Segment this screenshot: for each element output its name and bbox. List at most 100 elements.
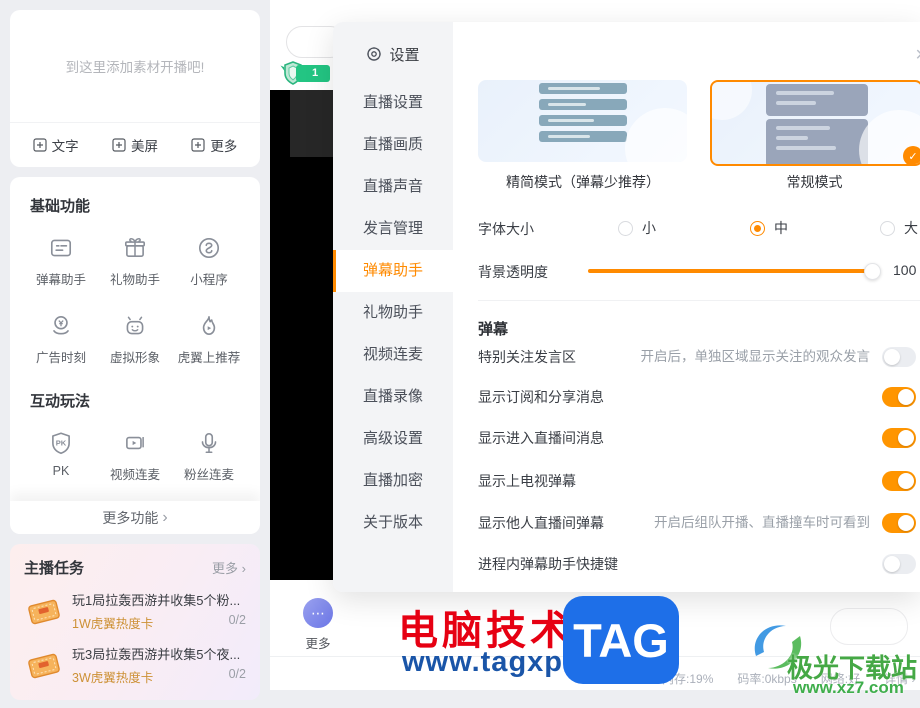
feature-huya-recommend[interactable]: 虎翼上推荐 [172,310,246,366]
task-progress: 0/2 [228,667,246,681]
toggle-hotkey[interactable] [882,554,916,574]
tasks-title: 主播任务 [24,560,85,577]
basic-feature-grid: 弹幕助手 礼物助手 小程序 广告时刻 虚拟形象 虎翼上推荐 [24,232,246,366]
gift-icon [124,238,146,257]
menu-item-live-settings[interactable]: 直播设置 [333,82,453,124]
menu-item-video-link[interactable]: 视频连麦 [333,334,453,376]
toggle-enter-room[interactable] [882,428,916,448]
material-dropzone[interactable]: 到这里添加素材开播吧! [10,10,260,123]
menu-item-danmaku-assistant[interactable]: 弹幕助手 [333,250,453,292]
menu-item-speech-manage[interactable]: 发言管理 [333,208,453,250]
feature-mini-program[interactable]: 小程序 [172,232,246,288]
setting-row-other-room: 显示他人直播间弹幕 开启后组队开播、直播撞车时可看到 [453,511,920,535]
functions-panel: 基础功能 弹幕助手 礼物助手 小程序 广告时刻 虚拟形象 虎翼上推荐 互动玩法 … [10,177,260,534]
menu-item-live-encrypt[interactable]: 直播加密 [333,460,453,502]
menu-item-live-record[interactable]: 直播录像 [333,376,453,418]
toggle-on-tv[interactable] [882,471,916,491]
feature-ad-moment[interactable]: 广告时刻 [24,310,98,366]
menu-item-gift-assistant[interactable]: 礼物助手 [333,292,453,334]
setting-row-subscribe-share: 显示订阅和分享消息 [453,385,920,409]
feature-virtual-avatar[interactable]: 虚拟形象 [98,310,172,366]
flame-play-icon [202,315,216,335]
more-features-button[interactable]: 更多功能 › [10,501,260,534]
interactive-section-title: 互动玩法 [30,393,91,410]
settings-dialog: 设置 直播设置 直播画质 直播声音 发言管理 弹幕助手 礼物助手 视频连麦 直播… [333,22,920,592]
microphone-icon [201,432,217,453]
task-row[interactable]: 玩1局拉轰西游并收集5个粉... 1W虎翼热度卡 0/2 [24,590,246,632]
add-beautify-button[interactable]: 美屏 [112,135,158,155]
danmaku-section-title: 弹幕 [478,321,509,338]
settings-title: 设置 [333,44,453,64]
menu-item-live-sound[interactable]: 直播声音 [333,166,453,208]
opacity-value: 100 [893,262,917,278]
chevron-right-icon: › [162,508,168,526]
basic-section-title: 基础功能 [30,198,91,215]
task-progress: 0/2 [228,613,246,627]
feature-video-link[interactable]: 视频连麦 [98,427,172,483]
font-size-radio-small[interactable]: 小 [618,218,656,238]
mode-simple-label: 精简模式（弹幕少推荐） [506,174,660,190]
close-icon[interactable]: × [915,44,920,67]
setting-hint: 开启后组队开播、直播撞车时可看到 [654,515,870,530]
avatar-robot-icon [126,316,144,335]
statusbar-divider [270,656,920,657]
task-reward: 3W虎翼热度卡 [72,671,154,685]
mode-card-simple[interactable] [478,80,687,162]
radio-circle-icon [618,220,633,236]
settings-menu: 设置 直播设置 直播画质 直播声音 发言管理 弹幕助手 礼物助手 视频连麦 直播… [333,22,453,592]
mode-card-normal[interactable]: ✓ [710,80,920,166]
level-badge-count: 1 [296,64,331,82]
opacity-slider-track[interactable] [588,269,872,273]
toggle-other-room[interactable] [882,513,916,533]
font-size-radio-medium[interactable]: 中 [750,218,788,238]
toolbar-pill-button[interactable] [830,608,908,645]
menu-item-live-quality[interactable]: 直播画质 [333,124,453,166]
add-more-button[interactable]: 更多 [191,135,237,155]
selected-check-icon: ✓ [903,146,920,164]
status-cpu: CPU:2% [592,670,639,684]
status-network: 网络:好 [820,672,861,686]
gear-icon [367,47,382,61]
opacity-slider-knob[interactable] [864,263,881,280]
tasks-more-link[interactable]: 更多 › [212,558,246,577]
feature-pk[interactable]: PK PK [24,427,98,483]
feature-danmaku-assistant[interactable]: 弹幕助手 [24,232,98,288]
setting-row-hotkey: 进程内弹幕助手快捷键 [453,552,920,576]
plus-square-icon [191,138,205,152]
add-material-row: 文字 美屏 更多 [10,123,260,167]
setting-row-special-follow: 特别关注发言区 开启后，单独区域显示关注的观众发言 [453,345,920,369]
toolbar-more-button[interactable]: ⋯ [303,598,333,628]
plus-square-icon [33,138,47,152]
feature-fan-link[interactable]: 粉丝连麦 [172,427,246,483]
add-text-button[interactable]: 文字 [33,135,79,155]
status-memory: 内存:19% [662,672,714,686]
coin-hand-icon [53,315,69,335]
font-size-label: 字体大小 [478,221,534,237]
mini-program-icon [198,237,220,259]
font-size-radio-large[interactable]: 大 [880,218,918,238]
setting-row-on-tv: 显示上电视弹幕 [453,469,920,493]
feature-gift-assistant[interactable]: 礼物助手 [98,232,172,288]
menu-item-about[interactable]: 关于版本 [333,502,453,544]
status-detail-link[interactable]: 详情 › [884,670,915,687]
material-panel: 到这里添加素材开播吧! 文字 美屏 更多 [10,10,260,167]
task-row[interactable]: 玩3局拉轰西游并收集5个夜... 3W虎翼热度卡 0/2 [24,644,246,686]
setting-hint: 开启后，单独区域显示关注的观众发言 [640,349,871,364]
danmaku-card-icon [50,239,72,257]
toolbar-more-label: 更多 [305,637,331,651]
menu-item-advanced[interactable]: 高级设置 [333,418,453,460]
toggle-subscribe-share[interactable] [882,387,916,407]
anchor-tasks-panel: 主播任务 更多 › 玩1局拉轰西游并收集5个粉... 1W虎翼热度卡 0/2 玩… [10,544,260,700]
material-placeholder: 到这里添加素材开播吧! [65,60,205,75]
radio-circle-icon [880,220,895,236]
svg-text:PK: PK [56,439,67,448]
level-badge: 1 [278,58,331,88]
status-bar: CPU:2% 内存:19% 码率:0kbps 网络:好 详情 › [592,670,915,687]
status-bitrate: 码率:0kbps [737,672,797,686]
heat-card-ticket-icon [28,653,60,678]
settings-content: × ✓ 精简模式（弹幕少推荐） 常规模式 字体大小 小 [453,22,920,592]
toggle-special-follow[interactable] [882,347,916,367]
video-frames-icon [126,436,144,450]
radio-circle-icon [750,220,765,236]
mode-normal-label: 常规模式 [786,174,843,190]
